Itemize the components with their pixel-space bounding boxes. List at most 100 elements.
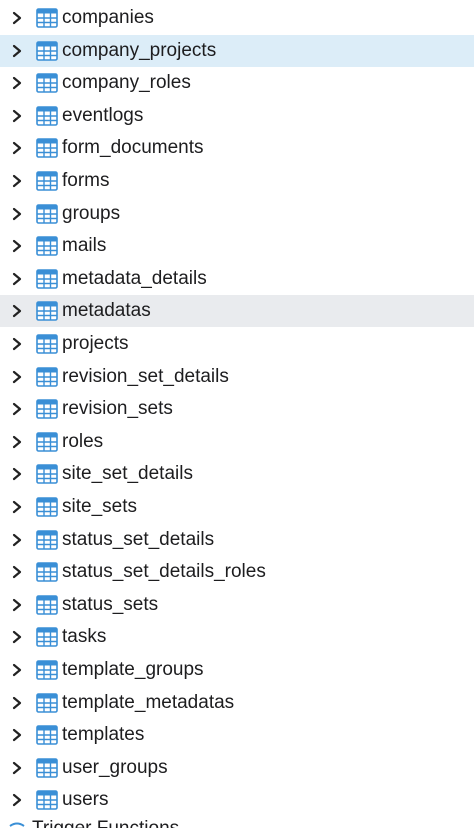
tree-item-label: tasks (62, 626, 107, 648)
table-icon (36, 171, 58, 191)
tree-item-label: template_metadatas (62, 691, 235, 713)
tree-item-status-set-details-roles[interactable]: status_set_details_roles (0, 556, 474, 588)
tree-item-company-roles[interactable]: company_roles (0, 67, 474, 99)
table-icon (36, 40, 58, 61)
table-icon (36, 268, 58, 289)
tree-item-label: groups (62, 202, 121, 224)
tree-item-label: companies (62, 7, 154, 28)
trigger-functions-icon (6, 820, 28, 828)
chevron-right-icon[interactable] (10, 598, 24, 612)
table-icon (36, 660, 58, 680)
chevron-right-icon[interactable] (10, 467, 24, 481)
tree-item-groups[interactable]: groups (0, 198, 474, 230)
chevron-right-icon[interactable] (10, 500, 24, 514)
tree-item-label: template_groups (62, 659, 204, 680)
tree-item-site-set-details[interactable]: site_set_details (0, 458, 474, 490)
chevron-right-icon[interactable] (10, 141, 24, 155)
chevron-right-icon[interactable] (10, 304, 24, 318)
table-icon (36, 497, 58, 517)
tree-item-label: revision_sets (62, 398, 173, 420)
tree-item-label: metadata_details (62, 267, 207, 289)
table-icon (36, 105, 58, 126)
tree-item-label: forms (62, 170, 110, 191)
table-icon (36, 464, 58, 485)
tree-item-metadatas[interactable]: metadatas (0, 295, 474, 328)
tree-item-label: users (62, 789, 109, 811)
table-icon (36, 203, 58, 224)
chevron-right-icon[interactable] (10, 793, 24, 807)
tree-item-trigger-functions[interactable]: Trigger Functions (0, 816, 474, 828)
tree-item-label: projects (62, 333, 129, 354)
table-icon (36, 790, 58, 811)
tree-item-companies[interactable]: companies (0, 2, 474, 34)
chevron-right-icon[interactable] (10, 402, 24, 416)
tree-item-users[interactable]: users (0, 784, 474, 816)
table-icon (36, 725, 58, 745)
chevron-right-icon[interactable] (10, 565, 24, 579)
chevron-right-icon[interactable] (10, 630, 24, 644)
tree-item-templates[interactable]: templates (0, 719, 474, 751)
tree-item-metadata-details[interactable]: metadata_details (0, 263, 474, 295)
tree-item-revision-sets[interactable]: revision_sets (0, 393, 474, 425)
tree-item-label: form_documents (62, 137, 204, 159)
tree-item-mails[interactable]: mails (0, 230, 474, 262)
table-icon (36, 334, 58, 354)
table-icon (36, 138, 58, 159)
chevron-right-icon[interactable] (10, 174, 24, 188)
tree-item-user-groups[interactable]: user_groups (0, 752, 474, 784)
tree-item-status-sets[interactable]: status_sets (0, 589, 474, 621)
object-browser-tree: companies company_projects company_rolesev… (0, 0, 474, 828)
tree-item-label: revision_set_details (62, 365, 229, 387)
chevron-right-icon[interactable] (10, 109, 24, 123)
chevron-right-icon[interactable] (10, 44, 24, 58)
chevron-right-icon[interactable] (10, 11, 24, 25)
tree-item-label: status_set_details (62, 528, 215, 550)
tree-item-label: company_projects (62, 39, 217, 61)
tree-item-label: site_sets (62, 496, 137, 517)
tree-item-label: templates (62, 724, 145, 746)
chevron-right-icon[interactable] (10, 370, 24, 384)
chevron-right-icon[interactable] (10, 435, 24, 449)
chevron-right-icon[interactable] (10, 272, 24, 286)
table-icon (36, 757, 58, 778)
chevron-right-icon[interactable] (10, 76, 24, 90)
tree-item-form-documents[interactable]: form_documents (0, 132, 474, 164)
chevron-right-icon[interactable] (10, 239, 24, 253)
chevron-right-icon[interactable] (10, 761, 24, 775)
table-icon (36, 236, 58, 256)
tree-item-label: status_sets (62, 593, 159, 615)
tree-item-label: company_roles (62, 72, 191, 94)
chevron-right-icon[interactable] (10, 533, 24, 547)
table-icon (36, 301, 58, 322)
chevron-right-icon[interactable] (10, 728, 24, 742)
table-icon (36, 529, 58, 550)
tree-item-eventlogs[interactable]: eventlogs (0, 100, 474, 132)
tree-item-site-sets[interactable]: site_sets (0, 491, 474, 523)
tree-item-label: metadatas (62, 300, 151, 322)
chevron-right-icon[interactable] (10, 337, 24, 351)
tree-item-template-groups[interactable]: template_groups (0, 654, 474, 686)
table-icon (36, 399, 58, 419)
tree-item-label: user_groups (62, 756, 168, 778)
tree-item-revision-set-details[interactable]: revision_set_details (0, 361, 474, 393)
tree-item-label: mails (62, 235, 107, 257)
table-icon (36, 73, 58, 93)
table-icon (36, 431, 58, 452)
tree-item-label: Trigger Functions (32, 816, 179, 828)
tree-item-status-set-details[interactable]: status_set_details (0, 524, 474, 556)
tree-item-tasks[interactable]: tasks (0, 621, 474, 653)
tree-item-forms[interactable]: forms (0, 165, 474, 197)
table-icon (36, 627, 58, 648)
tree-item-template-metadatas[interactable]: template_metadatas (0, 687, 474, 719)
tree-item-label: site_set_details (62, 463, 193, 485)
tree-item-label: status_set_details_roles (62, 561, 266, 583)
tree-item-company-projects[interactable]: company_projects (0, 34, 474, 67)
chevron-right-icon[interactable] (10, 207, 24, 221)
tree-item-projects[interactable]: projects (0, 328, 474, 360)
chevron-right-icon[interactable] (10, 663, 24, 677)
chevron-right-icon[interactable] (10, 696, 24, 710)
table-icon (36, 692, 58, 713)
table-icon (36, 366, 58, 387)
table-icon (36, 594, 58, 615)
tree-item-roles[interactable]: roles (0, 426, 474, 458)
